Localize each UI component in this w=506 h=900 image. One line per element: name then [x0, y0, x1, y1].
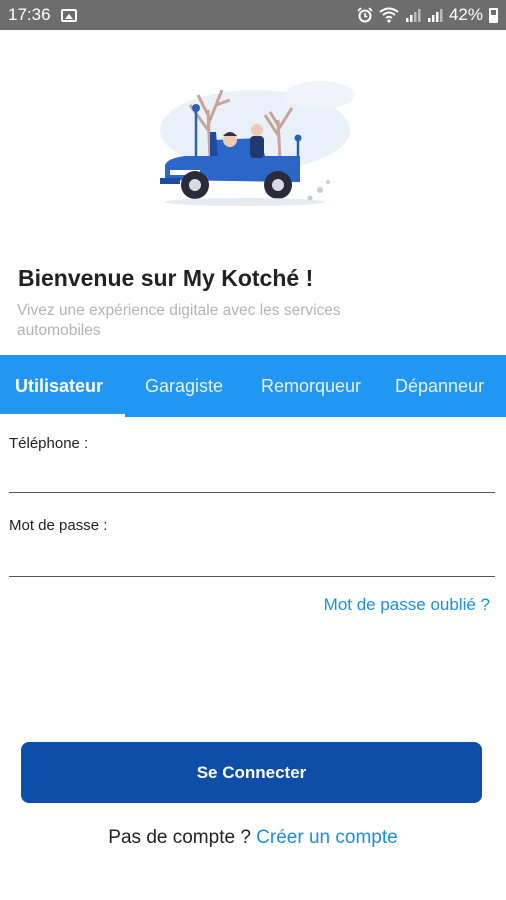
welcome-title: Bienvenue sur My Kotché !	[18, 265, 314, 291]
welcome-subtitle: Vivez une expérience digitale avec les s…	[17, 302, 341, 339]
battery-icon	[489, 7, 498, 23]
tab-utilisateur[interactable]: Utilisateur	[15, 355, 103, 417]
alarm-icon	[357, 7, 373, 23]
battery-percent: 42%	[448, 5, 483, 24]
signup-question: Pas de compte ?	[108, 827, 251, 848]
login-button[interactable]: Se Connecter	[21, 742, 482, 803]
signal-icon	[427, 9, 443, 22]
password-underline	[9, 576, 495, 577]
app-window: Bienvenue sur My Kotché ! Vivez une expé…	[0, 30, 506, 900]
forgot-password-link[interactable]: Mot de passe oublié ?	[324, 595, 490, 615]
phone-label: Téléphone :	[9, 435, 89, 452]
phone-underline	[9, 492, 495, 493]
tab-garagiste[interactable]: Garagiste	[145, 355, 223, 417]
image-icon	[60, 8, 77, 22]
tab-depanneur[interactable]: Dépanneur	[395, 355, 484, 417]
phone-input[interactable]	[9, 458, 495, 491]
status-bar: 17:36 42%	[0, 0, 506, 30]
clock: 17:36	[8, 5, 51, 24]
wifi-icon	[379, 7, 399, 23]
car-illustration	[160, 81, 355, 206]
signal-icon	[405, 9, 421, 22]
role-tabs: Utilisateur Garagiste Remorqueur Dépanne…	[0, 355, 506, 417]
tab-remorqueur[interactable]: Remorqueur	[261, 355, 361, 417]
password-label: Mot de passe :	[9, 517, 108, 534]
create-account-link[interactable]: Créer un compte	[256, 827, 398, 848]
tab-indicator	[0, 414, 125, 417]
password-input[interactable]	[9, 542, 495, 575]
signup-row: Pas de compte ? Créer un compte	[0, 827, 506, 849]
